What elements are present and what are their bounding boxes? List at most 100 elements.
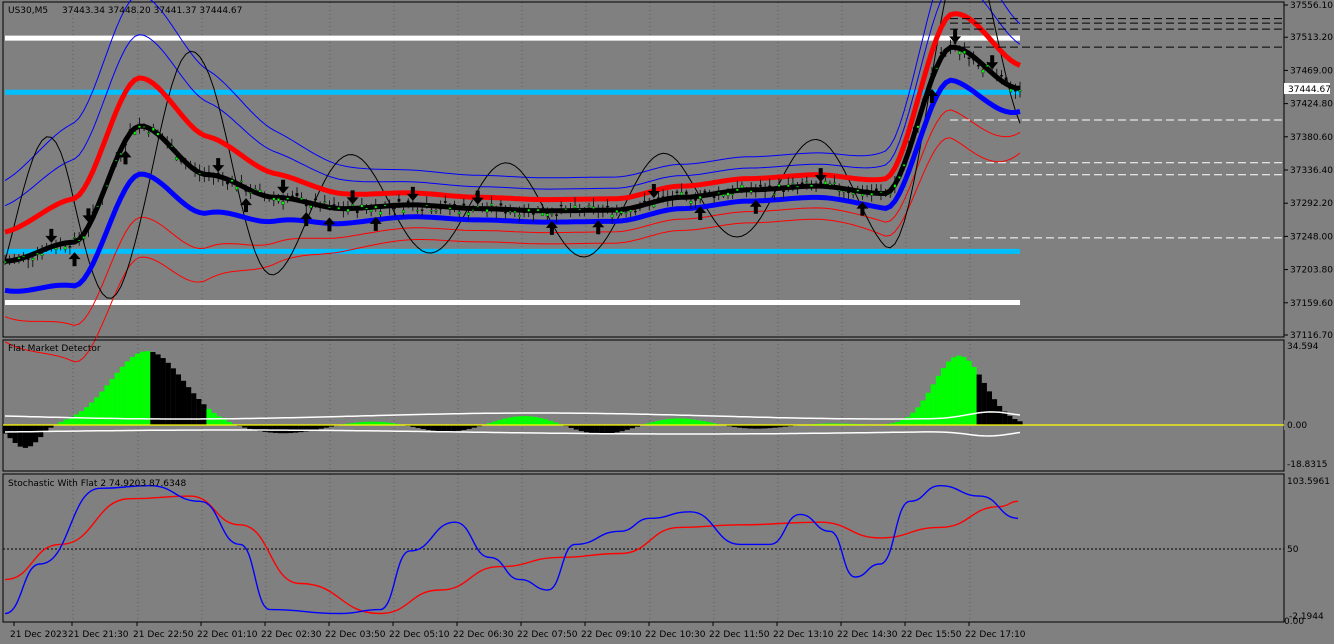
time-label: 22 Dec 03:50 — [325, 630, 386, 640]
candle-body — [694, 198, 697, 201]
candle-body — [916, 125, 920, 129]
candle-body — [263, 195, 266, 197]
price-tick-label: 37556.10 — [1290, 1, 1333, 11]
histogram-bar — [288, 425, 294, 434]
candle-body — [156, 132, 160, 136]
candle-body — [77, 239, 81, 242]
candle-body — [59, 241, 62, 244]
candle-body — [1004, 77, 1008, 81]
histogram-bar — [99, 391, 105, 425]
candle-body — [671, 197, 674, 200]
histogram-bar — [665, 419, 671, 425]
candle-body — [165, 140, 169, 144]
histogram-bar — [165, 362, 171, 425]
candle-body — [884, 190, 887, 194]
candle-body — [805, 181, 809, 183]
candle-body — [388, 204, 392, 207]
candle-body — [823, 181, 827, 185]
candle-body — [87, 225, 90, 229]
price-tick-label: 37380.60 — [1290, 133, 1333, 143]
histogram-bar — [206, 408, 212, 425]
candle-body — [545, 213, 549, 217]
candle-body — [995, 76, 999, 78]
candle-body — [541, 212, 544, 217]
histogram-bar — [12, 425, 18, 443]
candle-body — [36, 253, 39, 255]
candle-body — [476, 206, 480, 208]
candle-body — [828, 183, 832, 186]
candle-body — [513, 210, 517, 213]
stoch-tick-extra: 0.00 — [1284, 617, 1304, 627]
histogram-bar — [604, 425, 610, 434]
price-tick-label: 37469.00 — [1290, 66, 1333, 76]
candle-body — [726, 192, 730, 196]
candle-body — [281, 201, 285, 205]
candle-body — [810, 184, 813, 187]
candle-body — [647, 201, 651, 203]
candle-body — [235, 186, 239, 190]
histogram-bar — [543, 419, 549, 425]
candle-body — [833, 182, 836, 184]
candle-body — [40, 253, 44, 256]
candle-body — [773, 193, 776, 195]
histogram-bar — [996, 405, 1003, 425]
time-label: 22 Dec 11:50 — [709, 630, 770, 640]
candle-body — [620, 210, 623, 214]
candle-body — [295, 193, 299, 197]
candle-body — [328, 206, 331, 208]
histogram-bar — [696, 420, 702, 425]
mt4-chart-window[interactable]: US30,M5 37443.34 37448.20 37441.37 37444… — [0, 0, 1334, 644]
candle-body — [54, 247, 58, 250]
stoch-tick-mid: 50 — [1287, 545, 1299, 555]
candle-body — [972, 57, 976, 61]
candle-body — [522, 211, 526, 214]
candle-body — [416, 209, 419, 212]
histogram-bar — [221, 419, 227, 425]
histogram-bar — [22, 425, 29, 448]
time-label: 22 Dec 15:50 — [901, 630, 962, 640]
candle-body — [430, 209, 433, 212]
candle-body — [105, 185, 109, 187]
candle-body — [128, 129, 132, 132]
current-price-label: 37444.67 — [1288, 85, 1331, 95]
candle-body — [680, 192, 684, 196]
histogram-bar — [27, 425, 34, 447]
histogram-bar — [986, 391, 992, 425]
candle-body — [457, 211, 461, 214]
stoch-title: Stochastic With Flat 2 74.9203 87.6348 — [8, 479, 186, 489]
time-label: 22 Dec 14:30 — [837, 630, 898, 640]
candle-body — [935, 67, 938, 69]
histogram-bar — [63, 419, 69, 425]
histogram-bar — [660, 419, 666, 425]
histogram-bar — [956, 355, 962, 425]
candle-body — [1014, 90, 1017, 92]
candle-body — [161, 136, 164, 139]
histogram-bar — [624, 425, 630, 430]
candle-body — [462, 203, 466, 206]
histogram-bar — [1012, 419, 1018, 425]
candle-body — [856, 189, 860, 192]
candle-body — [179, 160, 183, 162]
candle-body — [986, 64, 989, 67]
candle-body — [842, 190, 846, 193]
fmd-title: Flat Market Detector — [8, 344, 101, 354]
histogram-bar — [507, 417, 513, 425]
candle-body — [147, 132, 151, 134]
candle-body — [355, 209, 359, 214]
candle-body — [73, 237, 76, 239]
fmd-tick-top: 34.594 — [1287, 342, 1319, 352]
histogram-bar — [129, 356, 136, 425]
candle-body — [142, 126, 146, 128]
price-tick-label: 37116.70 — [1290, 331, 1333, 341]
histogram-bar — [951, 357, 957, 425]
candle-body — [212, 175, 215, 177]
price-tick-label: 37513.20 — [1290, 33, 1333, 43]
histogram-bar — [905, 416, 911, 425]
histogram-bar — [900, 419, 906, 425]
candle-body — [119, 153, 123, 155]
candle-body — [930, 73, 934, 76]
fmd-tick-zero: 0.00 — [1287, 421, 1307, 431]
candle-body — [925, 90, 929, 94]
histogram-bar — [578, 425, 584, 432]
histogram-bar — [680, 418, 686, 425]
